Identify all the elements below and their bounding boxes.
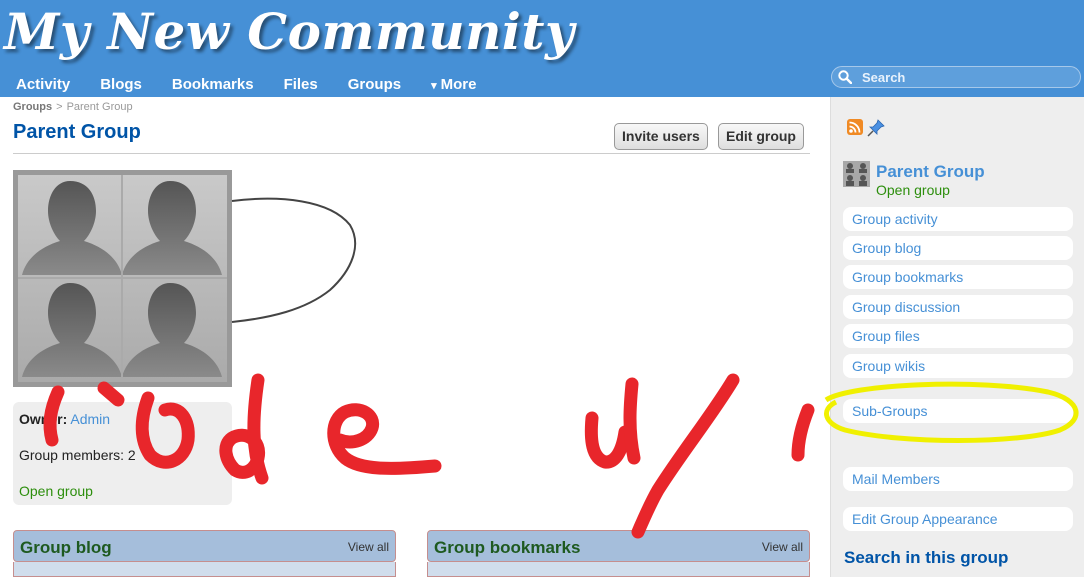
search-icon[interactable] (838, 70, 852, 84)
view-all-link[interactable]: View all (348, 540, 389, 554)
search-input[interactable] (862, 68, 1072, 86)
annotation-loop (231, 197, 357, 323)
group-bookmarks-widget-body (427, 562, 810, 577)
sidebar: Parent Group Open group Group activity G… (830, 97, 1084, 577)
nav-bookmarks[interactable]: Bookmarks (156, 76, 268, 97)
members-count: Group members: 2 (19, 447, 136, 463)
sidebar-item-group-wikis[interactable]: Group wikis (843, 354, 1073, 378)
search-box (831, 66, 1081, 88)
owner-link[interactable]: Admin (70, 411, 110, 427)
widget-title: Group blog (20, 538, 112, 557)
group-avatar (13, 170, 232, 387)
main-nav: Activity Blogs Bookmarks Files Groups ▾ M… (0, 76, 490, 97)
sidebar-icons (847, 119, 885, 137)
breadcrumb: Groups > Parent Group (13, 101, 133, 113)
edit-group-button[interactable]: Edit group (718, 123, 804, 150)
sidebar-group-status: Open group (876, 182, 950, 198)
nav-more-label: More (440, 76, 477, 93)
sidebar-group-name[interactable]: Parent Group (876, 162, 985, 182)
title-divider (13, 153, 810, 154)
sidebar-item-group-discussion[interactable]: Group discussion (843, 295, 1073, 319)
nav-more[interactable]: ▾ More (415, 76, 490, 97)
group-info-block: Owner: Admin Group members: 2 Open group (13, 402, 232, 505)
breadcrumb-current: Parent Group (66, 101, 133, 113)
sidebar-search-title: Search in this group (844, 548, 1009, 567)
sidebar-item-group-bookmarks[interactable]: Group bookmarks (843, 265, 1073, 289)
nav-blogs[interactable]: Blogs (84, 76, 156, 97)
owner-line: Owner: Admin (19, 411, 110, 427)
site-header: My New Community Activity Blogs Bookmark… (0, 0, 1084, 97)
sidebar-item-edit-group-appearance[interactable]: Edit Group Appearance (843, 507, 1073, 531)
nav-files[interactable]: Files (268, 76, 332, 97)
sidebar-item-group-activity[interactable]: Group activity (843, 207, 1073, 231)
sidebar-item-group-blog[interactable]: Group blog (843, 236, 1073, 260)
breadcrumb-groups[interactable]: Groups (13, 101, 52, 113)
group-blog-widget-header: Group blog View all (13, 530, 396, 562)
invite-users-button[interactable]: Invite users (614, 123, 708, 150)
pin-icon[interactable] (867, 119, 885, 137)
group-blog-widget-body (13, 562, 396, 577)
page-title: Parent Group (13, 121, 141, 143)
nav-activity[interactable]: Activity (0, 76, 84, 97)
sidebar-item-group-files[interactable]: Group files (843, 324, 1073, 348)
sidebar-item-mail-members[interactable]: Mail Members (843, 467, 1073, 491)
owner-label: Owner: (19, 411, 68, 427)
group-members-icon (18, 175, 227, 382)
caret-down-icon: ▾ (431, 80, 437, 92)
breadcrumb-separator: > (56, 101, 63, 113)
view-all-link[interactable]: View all (762, 540, 803, 554)
sidebar-item-sub-groups[interactable]: Sub-Groups (843, 399, 1073, 423)
group-bookmarks-widget-header: Group bookmarks View all (427, 530, 810, 562)
group-status: Open group (19, 483, 93, 499)
group-avatar-small[interactable] (843, 161, 870, 187)
rss-icon[interactable] (847, 119, 863, 135)
site-title[interactable]: My New Community (4, 2, 575, 61)
widget-title: Group bookmarks (434, 538, 581, 557)
nav-groups[interactable]: Groups (332, 76, 415, 97)
